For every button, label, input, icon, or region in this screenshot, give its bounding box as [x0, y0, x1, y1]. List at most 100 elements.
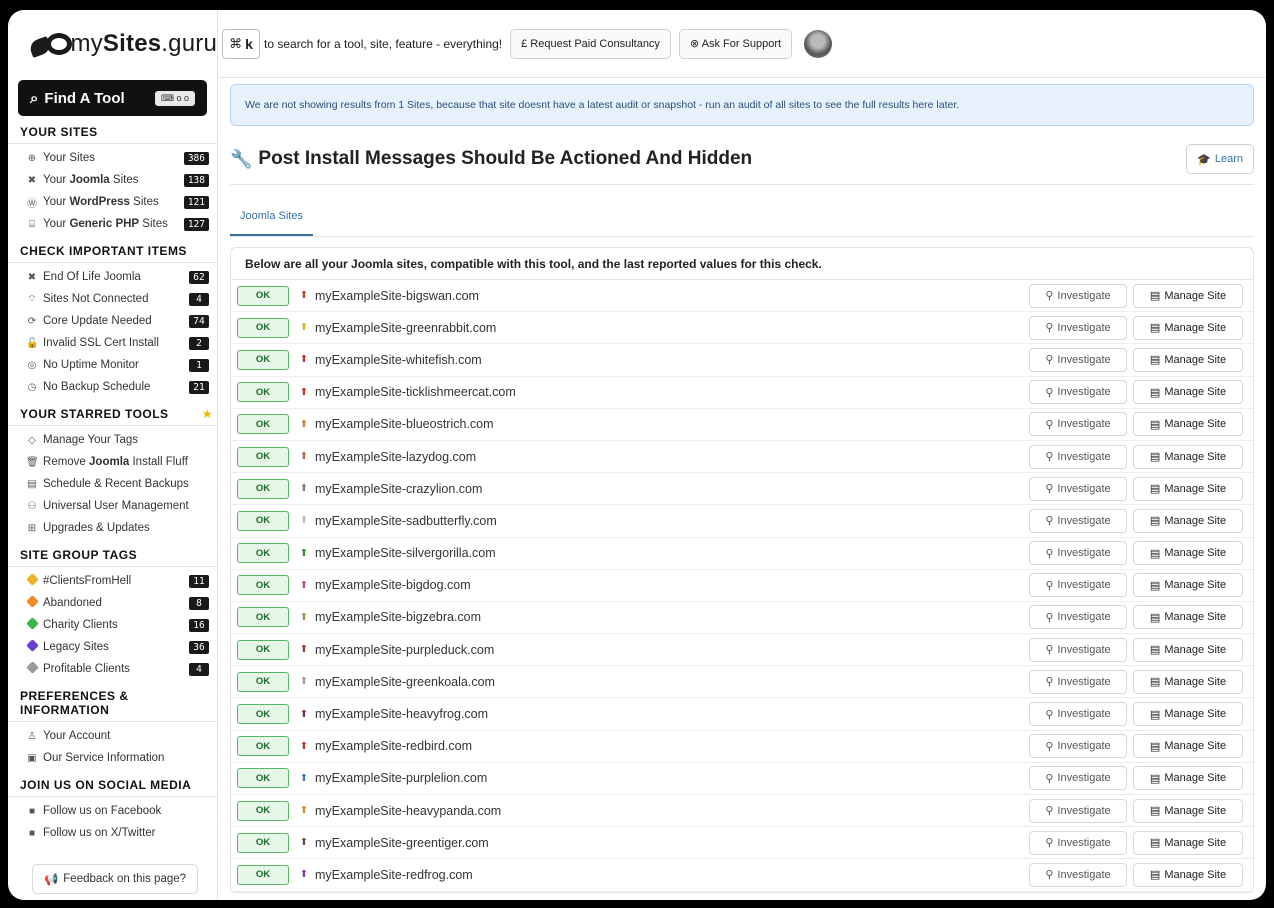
site-name[interactable]: myExampleSite-heavypanda.com — [315, 804, 501, 818]
site-name[interactable]: myExampleSite-lazydog.com — [315, 450, 476, 464]
manage-site-button[interactable]: ▤ Manage Site — [1133, 541, 1243, 566]
manage-site-button[interactable]: ▤ Manage Site — [1133, 637, 1243, 662]
sidebar-item[interactable]: ♙ Your Account — [8, 725, 217, 747]
site-name[interactable]: myExampleSite-whitefish.com — [315, 353, 482, 367]
investigate-button[interactable]: ⚲ Investigate — [1029, 766, 1127, 791]
manage-site-button[interactable]: ▤ Manage Site — [1133, 862, 1243, 887]
pin-icon: ⬆ — [299, 837, 309, 849]
sidebar-item[interactable]: ◎ No Uptime Monitor 1 — [8, 354, 217, 376]
request-consultancy-button[interactable]: £ Request Paid Consultancy — [510, 28, 671, 59]
investigate-button[interactable]: ⚲ Investigate — [1029, 412, 1127, 437]
site-name[interactable]: myExampleSite-greentiger.com — [315, 836, 489, 850]
label-text: Your Account — [43, 730, 111, 742]
sidebar-item[interactable]: ⌔ Sites Not Connected 4 — [8, 288, 217, 310]
manage-site-button[interactable]: ▤ Manage Site — [1133, 444, 1243, 469]
manage-site-button[interactable]: ▤ Manage Site — [1133, 412, 1243, 437]
site-name[interactable]: myExampleSite-bigzebra.com — [315, 610, 481, 624]
site-name[interactable]: myExampleSite-purpleduck.com — [315, 643, 494, 657]
manage-label: Manage Site — [1164, 740, 1227, 753]
manage-site-button[interactable]: ▤ Manage Site — [1133, 508, 1243, 533]
tab-joomla-sites[interactable]: Joomla Sites — [230, 210, 313, 236]
investigate-button[interactable]: ⚲ Investigate — [1029, 734, 1127, 759]
site-name[interactable]: myExampleSite-blueostrich.com — [315, 417, 494, 431]
sidebar-item[interactable]: ⚇ Universal User Management — [8, 495, 217, 517]
site-name[interactable]: myExampleSite-ticklishmeercat.com — [315, 385, 516, 399]
sidebar-item[interactable]: ▤ Schedule & Recent Backups — [8, 473, 217, 495]
manage-site-button[interactable]: ▤ Manage Site — [1133, 573, 1243, 598]
manage-site-button[interactable]: ▤ Manage Site — [1133, 283, 1243, 308]
avatar[interactable] — [804, 29, 833, 58]
status-badge: OK — [237, 704, 289, 725]
investigate-button[interactable]: ⚲ Investigate — [1029, 702, 1127, 727]
manage-site-button[interactable]: ▤ Manage Site — [1133, 702, 1243, 727]
sidebar-item[interactable]: #ClientsFromHell 11 — [8, 570, 217, 592]
sidebar-item-label: No Backup Schedule — [43, 381, 150, 393]
sidebar-item[interactable]: ◇ Manage Your Tags — [8, 429, 217, 451]
sidebar-item[interactable]: ■ Follow us on Facebook — [8, 800, 217, 822]
sidebar-item[interactable]: Legacy Sites 36 — [8, 636, 217, 658]
sidebar-item[interactable]: Charity Clients 16 — [8, 614, 217, 636]
investigate-button[interactable]: ⚲ Investigate — [1029, 637, 1127, 662]
site-name[interactable]: myExampleSite-greenrabbit.com — [315, 321, 496, 335]
manage-site-button[interactable]: ▤ Manage Site — [1133, 347, 1243, 372]
search-hint[interactable]: to search for a tool, site, feature - ev… — [264, 37, 502, 51]
manage-site-button[interactable]: ▤ Manage Site — [1133, 669, 1243, 694]
investigate-button[interactable]: ⚲ Investigate — [1029, 508, 1127, 533]
sidebar-item[interactable]: ⊞ Upgrades & Updates — [8, 517, 217, 539]
site-name[interactable]: myExampleSite-purplelion.com — [315, 771, 487, 785]
sidebar-item[interactable]: ▣ Our Service Information — [8, 747, 217, 769]
sidebar-item[interactable]: Profitable Clients 4 — [8, 658, 217, 680]
investigate-button[interactable]: ⚲ Investigate — [1029, 573, 1127, 598]
investigate-button[interactable]: ⚲ Investigate — [1029, 476, 1127, 501]
manage-site-button[interactable]: ▤ Manage Site — [1133, 605, 1243, 630]
sidebar-item[interactable]: ⟳ Core Update Needed 74 — [8, 310, 217, 332]
site-name[interactable]: myExampleSite-bigswan.com — [315, 289, 479, 303]
site-name[interactable]: myExampleSite-bigdog.com — [315, 578, 471, 592]
investigate-button[interactable]: ⚲ Investigate — [1029, 830, 1127, 855]
manage-site-button[interactable]: ▤ Manage Site — [1133, 766, 1243, 791]
section-title-text: YOUR SITES — [20, 125, 98, 139]
investigate-button[interactable]: ⚲ Investigate — [1029, 798, 1127, 823]
sidebar-item[interactable]: ⊕ Your Sites 386 — [8, 147, 217, 169]
manage-site-button[interactable]: ▤ Manage Site — [1133, 798, 1243, 823]
site-name[interactable]: myExampleSite-redbird.com — [315, 739, 472, 753]
sidebar-item[interactable]: ■ Follow us on X/Twitter — [8, 822, 217, 844]
sidebar-item[interactable]: ✖ Your Joomla Sites 138 — [8, 169, 217, 191]
ask-support-button[interactable]: ⊗ Ask For Support — [678, 28, 793, 59]
sidebar-item[interactable]: ◷ No Backup Schedule 21 — [8, 376, 217, 398]
sidebar-item[interactable]: Abandoned 8 — [8, 592, 217, 614]
manage-site-button[interactable]: ▤ Manage Site — [1133, 315, 1243, 340]
manage-site-button[interactable]: ▤ Manage Site — [1133, 734, 1243, 759]
investigate-button[interactable]: ⚲ Investigate — [1029, 347, 1127, 372]
investigate-button[interactable]: ⚲ Investigate — [1029, 862, 1127, 887]
manage-site-button[interactable]: ▤ Manage Site — [1133, 476, 1243, 501]
label-text: Legacy Sites — [43, 641, 109, 653]
sidebar-item[interactable]: 🗑 Remove Joomla Install Fluff — [8, 451, 217, 473]
sidebar-item[interactable]: Ⓦ Your WordPress Sites 121 — [8, 191, 217, 213]
label-text: Profitable Clients — [43, 663, 130, 675]
feedback-button[interactable]: 📢 Feedback on this page? — [32, 864, 198, 894]
sidebar-item[interactable]: ✖ End Of Life Joomla 62 — [8, 266, 217, 288]
site-name[interactable]: myExampleSite-redfrog.com — [315, 868, 473, 882]
investigate-button[interactable]: ⚲ Investigate — [1029, 669, 1127, 694]
investigate-button[interactable]: ⚲ Investigate — [1029, 541, 1127, 566]
investigate-button[interactable]: ⚲ Investigate — [1029, 605, 1127, 630]
site-name[interactable]: myExampleSite-heavyfrog.com — [315, 707, 488, 721]
investigate-button[interactable]: ⚲ Investigate — [1029, 444, 1127, 469]
investigate-button[interactable]: ⚲ Investigate — [1029, 380, 1127, 405]
sidebar-item[interactable]: 🔓 Invalid SSL Cert Install 2 — [8, 332, 217, 354]
manage-site-button[interactable]: ▤ Manage Site — [1133, 830, 1243, 855]
pin-icon: ⬆ — [299, 805, 309, 817]
site-name[interactable]: myExampleSite-greenkoala.com — [315, 675, 495, 689]
manage-site-button[interactable]: ▤ Manage Site — [1133, 380, 1243, 405]
site-name[interactable]: myExampleSite-silvergorilla.com — [315, 546, 496, 560]
learn-button[interactable]: 🎓 Learn — [1186, 144, 1254, 174]
investigate-button[interactable]: ⚲ Investigate — [1029, 283, 1127, 308]
site-name[interactable]: myExampleSite-sadbutterfly.com — [315, 514, 497, 528]
brand-logo[interactable]: mySites.guru — [8, 10, 217, 78]
site-name[interactable]: myExampleSite-crazylion.com — [315, 482, 482, 496]
sidebar-item[interactable]: ⌸ Your Generic PHP Sites 127 — [8, 213, 217, 235]
investigate-button[interactable]: ⚲ Investigate — [1029, 315, 1127, 340]
search-shortcut[interactable]: ⌘ k — [222, 28, 260, 59]
find-tool-button[interactable]: ⌕ Find A Tool ⌨ o o — [18, 80, 207, 116]
